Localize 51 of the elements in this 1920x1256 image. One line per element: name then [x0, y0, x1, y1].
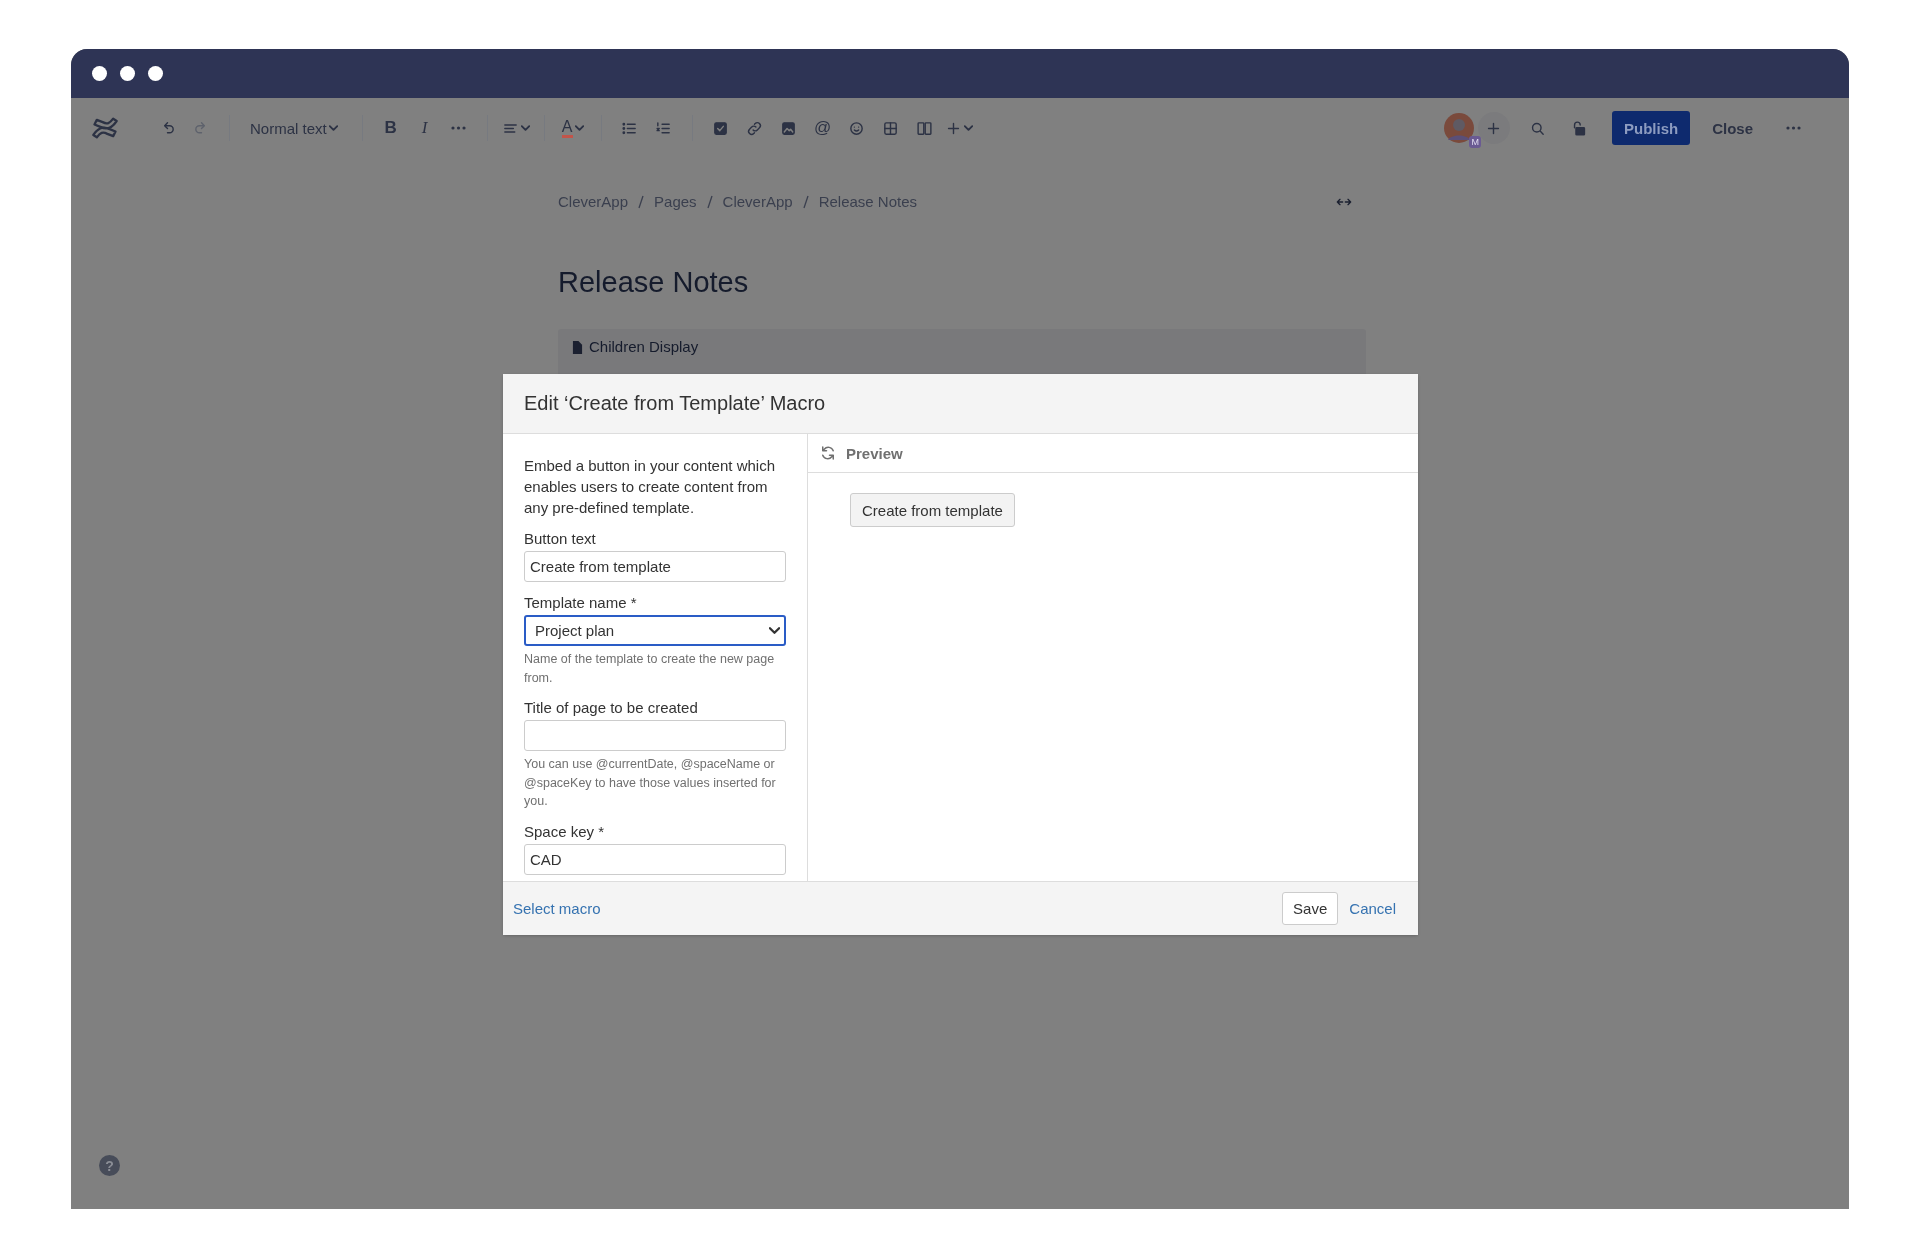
help-text: Name of the template to create the new page from.: [524, 651, 776, 687]
input-field[interactable]: Create from template: [524, 551, 786, 582]
document-icon: [572, 341, 583, 354]
macro-title: Children Display: [589, 338, 699, 356]
select-macro-link[interactable]: Select macro: [513, 900, 601, 917]
close-button[interactable]: Close: [1706, 118, 1759, 138]
emoji-icon: [848, 119, 866, 137]
table-icon: [882, 119, 900, 137]
help-text: You can use @currentDate, @spaceName or @spaceKey to have those values inserted for you.: [524, 756, 776, 810]
field-label: Space key *: [524, 821, 606, 841]
checkbox-icon: [712, 119, 730, 137]
zoom-dot[interactable]: [148, 66, 163, 81]
breadcrumb-separator: [706, 194, 713, 209]
caret-icon: [769, 627, 780, 634]
minimize-dot[interactable]: [120, 66, 135, 81]
save-button[interactable]: Save: [1282, 892, 1339, 925]
avatar[interactable]: [1443, 113, 1474, 143]
mention-button[interactable]: @: [808, 114, 837, 142]
publish-button[interactable]: Publish: [1611, 111, 1691, 145]
breadcrumb-separator: [802, 194, 809, 209]
breadcrumb-link[interactable]: Release Notes: [818, 193, 918, 210]
user-badge: M: [1469, 136, 1481, 148]
columns-icon: [916, 119, 934, 137]
caret-icon: [328, 125, 338, 131]
breadcrumb-link[interactable]: CleverApp: [558, 193, 629, 210]
more-icon: [1785, 126, 1801, 130]
preview-heading: Preview: [846, 444, 903, 462]
input-field[interactable]: CAD: [524, 843, 786, 875]
description-text: Embed a button in your content which enables users to create content from any pre-defined template.: [524, 456, 776, 518]
field-label: Title of page to be created: [524, 698, 699, 717]
create-from-template-button[interactable]: Create from template: [850, 493, 1015, 527]
cancel-link[interactable]: Cancel: [1349, 900, 1396, 917]
italic-button[interactable]: I: [410, 114, 439, 142]
template-select[interactable]: Project plan: [524, 615, 786, 646]
help-icon[interactable]: ?: [99, 1155, 120, 1176]
close-dot[interactable]: [92, 66, 107, 81]
text-style-dropdown[interactable]: Normal text: [244, 114, 348, 142]
text-color-button[interactable]: A: [558, 114, 587, 142]
more-icon: [451, 126, 467, 130]
input-field[interactable]: [524, 720, 786, 751]
refresh-icon[interactable]: [819, 444, 837, 462]
breadcrumb-link[interactable]: CleverApp: [722, 193, 793, 210]
breadcrumb-separator: [638, 194, 645, 209]
link-icon: [746, 119, 764, 137]
image-icon: [780, 119, 798, 137]
field-label: Template name *: [524, 593, 638, 612]
field-label: Button text: [524, 529, 597, 548]
page-title: Release Notes: [558, 266, 750, 299]
dialog-title: Edit ‘Create from Template’ Macro: [524, 392, 826, 415]
bold-button[interactable]: B: [376, 114, 405, 142]
breadcrumb-link[interactable]: Pages: [654, 193, 697, 210]
